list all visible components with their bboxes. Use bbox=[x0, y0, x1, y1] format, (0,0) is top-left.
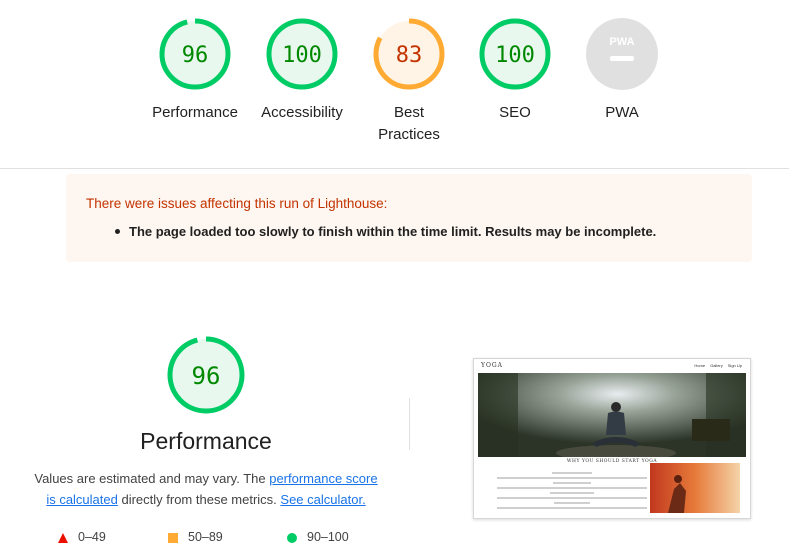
thumb-logo: YOGA bbox=[481, 362, 504, 369]
vertical-separator bbox=[409, 398, 410, 450]
gauge-label-line: Best bbox=[393, 104, 424, 121]
section-divider bbox=[0, 168, 789, 169]
gauge-score: 83 bbox=[396, 43, 423, 68]
gauge-label: SEO bbox=[499, 104, 531, 121]
run-warnings: There were issues affecting this run of … bbox=[66, 174, 752, 262]
performance-score: 96 bbox=[192, 362, 221, 390]
gauge-accessibility[interactable]: 100 Accessibility bbox=[247, 18, 357, 124]
thumb-sunset-image bbox=[650, 463, 740, 513]
triangle-icon bbox=[58, 532, 68, 543]
performance-title: Performance bbox=[140, 428, 272, 454]
thumb-nav-links: Home Gallery Sign Up bbox=[689, 363, 742, 368]
see-calculator-link[interactable]: See calculator. bbox=[280, 492, 365, 507]
thumb-nav-link: Home bbox=[694, 363, 706, 368]
legend-average: 50–89 bbox=[168, 530, 223, 544]
performance-gauge: 96 bbox=[167, 336, 245, 414]
gauge-label: PWA bbox=[605, 104, 639, 121]
warning-title: There were issues affecting this run of … bbox=[86, 196, 388, 211]
gauge-ring-performance: 96 bbox=[159, 18, 231, 90]
thumb-quote-box bbox=[692, 419, 730, 441]
gauge-ring-best-practices: 83 bbox=[373, 18, 445, 90]
gauge-label: Performance bbox=[152, 104, 238, 121]
legend-range: 50–89 bbox=[188, 530, 223, 544]
gauge-score: 100 bbox=[282, 43, 322, 68]
desc-text: directly from these metrics. bbox=[117, 492, 281, 507]
desc-text: Values are estimated and may vary. The bbox=[34, 471, 270, 486]
legend-range: 90–100 bbox=[307, 530, 349, 544]
pwa-badge-icon: PWA bbox=[586, 18, 658, 90]
gauge-score: 100 bbox=[495, 43, 535, 68]
performance-description: Values are estimated and may vary. The p… bbox=[30, 468, 382, 510]
gauge-score: 96 bbox=[182, 43, 209, 68]
gauge-label: Best Practices bbox=[354, 102, 464, 146]
gauge-label-line: Practices bbox=[378, 126, 440, 143]
gauge-ring-accessibility: 100 bbox=[266, 18, 338, 90]
warning-list: The page loaded too slowly to finish wit… bbox=[114, 224, 657, 239]
warning-item: The page loaded too slowly to finish wit… bbox=[114, 224, 657, 239]
gauge-seo[interactable]: 100 SEO bbox=[460, 18, 570, 124]
category-gauges: 96 Performance 100 Accessibility 83 Best… bbox=[0, 0, 789, 168]
legend-range: 0–49 bbox=[78, 530, 106, 544]
final-screenshot-thumbnail[interactable]: YOGA Home Gallery Sign Up WHY YOU SHOULD S… bbox=[473, 358, 751, 519]
thumb-text-lines bbox=[492, 469, 652, 512]
square-icon bbox=[168, 532, 178, 543]
legend-fail: 0–49 bbox=[58, 530, 106, 544]
gauge-ring-seo: 100 bbox=[479, 18, 551, 90]
gauge-performance[interactable]: 96 Performance bbox=[140, 18, 250, 124]
gauge-label: Accessibility bbox=[261, 104, 343, 121]
thumb-hero-image bbox=[478, 373, 746, 457]
thumb-nav-link: Gallery bbox=[710, 363, 723, 368]
thumb-nav-link: Sign Up bbox=[727, 363, 742, 368]
legend-pass: 90–100 bbox=[287, 530, 349, 544]
thumb-navbar: YOGA Home Gallery Sign Up bbox=[474, 359, 750, 373]
gauge-best-practices[interactable]: 83 Best Practices bbox=[354, 18, 464, 146]
pwa-badge-text: PWA bbox=[609, 36, 634, 48]
gauge-pwa[interactable]: PWA PWA bbox=[567, 18, 677, 124]
circle-icon bbox=[287, 532, 297, 543]
